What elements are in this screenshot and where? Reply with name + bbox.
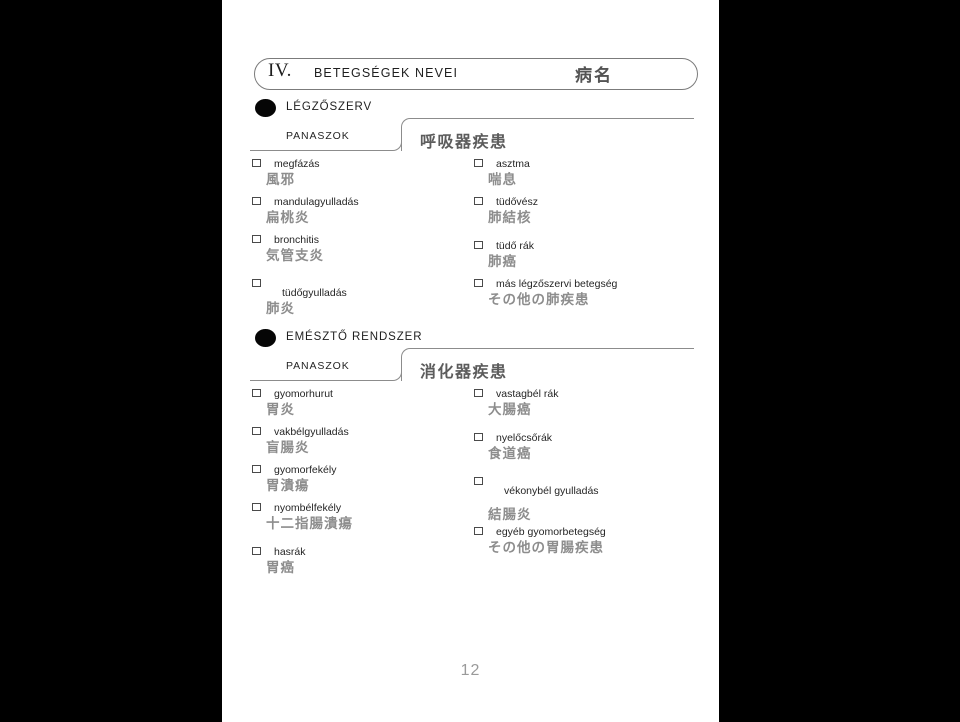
list-item[interactable]: egyéb gyomorbetegség その他の胃腸疾患 (474, 524, 704, 562)
section-title: LÉGZŐSZERV (286, 101, 373, 113)
item-label-jp: 風邪 (266, 172, 295, 188)
list-item[interactable]: vakbélgyulladás 盲腸炎 (252, 424, 472, 462)
checkbox-icon[interactable] (474, 477, 483, 485)
item-label-jp: 肺結核 (488, 210, 532, 226)
list-item[interactable]: hasrák 胃癌 (252, 544, 472, 582)
chapter-number: IV. (268, 60, 292, 81)
item-label-hu: bronchitis (274, 234, 319, 246)
item-label-jp: 胃潰瘍 (266, 478, 310, 494)
item-label-jp: 十二指腸潰瘍 (266, 516, 353, 532)
item-label-jp: 胃癌 (266, 560, 295, 576)
checklist-column-left: megfázás 風邪 mandulagyulladás 扁桃炎 bronchi… (252, 156, 472, 318)
scanned-page: IV. BETEGSÉGEK NEVEI 病名 LÉGZŐSZERV PANAS… (222, 0, 719, 722)
section-bullet-icon (255, 99, 276, 117)
item-label-jp: 気管支炎 (266, 248, 324, 264)
list-item[interactable]: mandulagyulladás 扁桃炎 (252, 194, 472, 232)
list-item[interactable]: tüdő rák 肺癌 (474, 238, 704, 276)
item-label-jp: 結腸炎 (488, 507, 532, 523)
item-label-jp: その他の肺疾患 (488, 292, 590, 308)
page-content: IV. BETEGSÉGEK NEVEI 病名 LÉGZŐSZERV PANAS… (222, 0, 719, 722)
item-label-hu: asztma (496, 158, 530, 170)
section-tab-label-japanese: 呼吸器疾患 (420, 132, 508, 151)
item-label-jp: 盲腸炎 (266, 440, 310, 456)
item-label-hu: gyomorhurut (274, 388, 333, 400)
checklist-column-right: asztma 喘息 tüdővész 肺結核 tüdő rák 肺癌 más l… (474, 156, 704, 314)
item-label-hu: vastagbél rák (496, 388, 559, 400)
checkbox-icon[interactable] (474, 433, 483, 441)
item-label-hu: más légzőszervi betegség (496, 278, 618, 290)
list-item[interactable]: tüdővész 肺結核 (474, 194, 704, 238)
checkbox-icon[interactable] (474, 279, 483, 287)
page-title: BETEGSÉGEK NEVEI (314, 66, 459, 80)
checkbox-icon[interactable] (474, 241, 483, 249)
item-label-hu: megfázás (274, 158, 320, 170)
checkbox-icon[interactable] (252, 159, 261, 167)
section-tab-label-japanese: 消化器疾患 (420, 362, 508, 381)
list-item[interactable]: tüdőgyulladás 肺炎 (252, 276, 472, 318)
item-label-hu: nyelőcsőrák (496, 432, 553, 444)
checkbox-icon[interactable] (252, 389, 261, 397)
item-label-hu: hasrák (274, 546, 306, 558)
item-label-jp: 扁桃炎 (266, 210, 310, 226)
list-item[interactable]: vékonybél gyulladás 結腸炎 (474, 474, 704, 524)
item-label-jp: 胃炎 (266, 402, 295, 418)
section-bullet-icon (255, 329, 276, 347)
item-label-jp: 喘息 (488, 172, 517, 188)
checkbox-icon[interactable] (252, 547, 261, 555)
item-label-hu: gyomorfekély (274, 464, 337, 476)
list-item[interactable]: megfázás 風邪 (252, 156, 472, 194)
page-title-japanese: 病名 (575, 66, 613, 86)
checkbox-icon[interactable] (474, 197, 483, 205)
list-item[interactable]: más légzőszervi betegség その他の肺疾患 (474, 276, 704, 314)
item-label-hu: egyéb gyomorbetegség (496, 526, 606, 538)
section-tab-row: PANASZOK 消化器疾患 (222, 348, 719, 382)
checkbox-icon[interactable] (252, 235, 261, 243)
item-label-hu: nyombélfekély (274, 502, 342, 514)
item-label-hu: tüdő rák (496, 240, 534, 252)
item-label-jp: 肺癌 (488, 254, 517, 270)
item-label-hu: tüdőgyulladás (282, 287, 347, 299)
list-item[interactable]: vastagbél rák 大腸癌 (474, 386, 704, 430)
item-label-jp: 大腸癌 (488, 402, 532, 418)
list-item[interactable]: nyelőcsőrák 食道癌 (474, 430, 704, 474)
section-tab-label: PANASZOK (286, 130, 350, 142)
checkbox-icon[interactable] (474, 159, 483, 167)
checkbox-icon[interactable] (252, 465, 261, 473)
checklist-column-right: vastagbél rák 大腸癌 nyelőcsőrák 食道癌 vékony… (474, 386, 704, 562)
list-item[interactable]: asztma 喘息 (474, 156, 704, 194)
section-tab-row: PANASZOK 呼吸器疾患 (222, 118, 719, 152)
item-label-hu: vékonybél gyulladás (504, 485, 599, 497)
list-item[interactable]: gyomorhurut 胃炎 (252, 386, 472, 424)
item-label-hu: vakbélgyulladás (274, 426, 349, 438)
checkbox-icon[interactable] (252, 279, 261, 287)
item-label-jp: その他の胃腸疾患 (488, 540, 604, 556)
section-tab-label: PANASZOK (286, 360, 350, 372)
item-label-jp: 食道癌 (488, 446, 532, 462)
item-label-jp: 肺炎 (266, 301, 295, 317)
checkbox-icon[interactable] (474, 527, 483, 535)
checkbox-icon[interactable] (252, 427, 261, 435)
checklist-column-left: gyomorhurut 胃炎 vakbélgyulladás 盲腸炎 gyomo… (252, 386, 472, 582)
list-item[interactable]: bronchitis 気管支炎 (252, 232, 472, 276)
screenshot-canvas: IV. BETEGSÉGEK NEVEI 病名 LÉGZŐSZERV PANAS… (0, 0, 960, 722)
section-title: EMÉSZTŐ RENDSZER (286, 331, 423, 343)
list-item[interactable]: gyomorfekély 胃潰瘍 (252, 462, 472, 500)
page-number: 12 (460, 662, 481, 679)
item-label-hu: tüdővész (496, 196, 539, 208)
checkbox-icon[interactable] (474, 389, 483, 397)
item-label-hu: mandulagyulladás (274, 196, 359, 208)
checkbox-icon[interactable] (252, 197, 261, 205)
list-item[interactable]: nyombélfekély 十二指腸潰瘍 (252, 500, 472, 544)
checkbox-icon[interactable] (252, 503, 261, 511)
